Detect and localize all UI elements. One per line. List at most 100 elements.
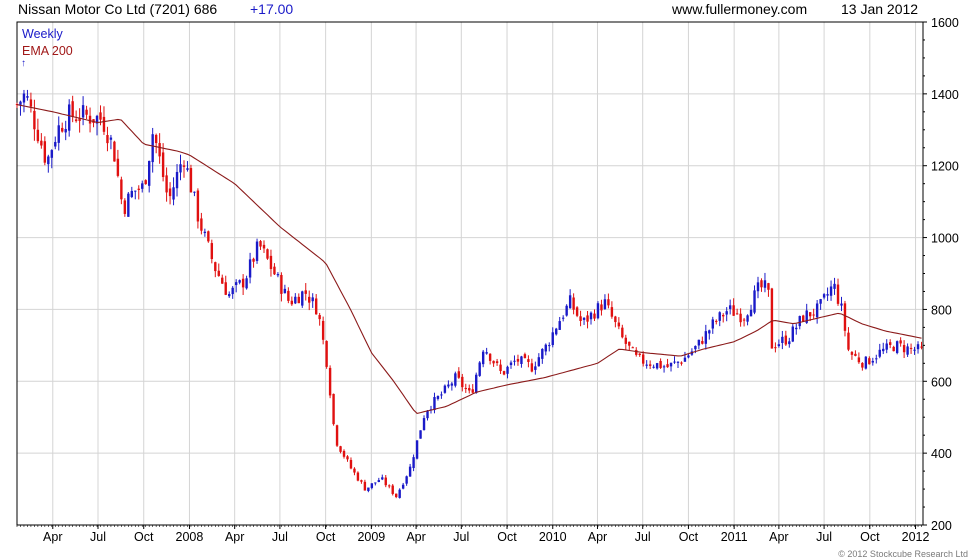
candle-down bbox=[318, 315, 321, 320]
candle-down bbox=[221, 277, 224, 284]
candle-down bbox=[297, 296, 300, 304]
candle-up bbox=[708, 330, 711, 334]
plot-frame bbox=[16, 21, 924, 526]
x-tick-label: Apr bbox=[225, 530, 244, 544]
candle-up bbox=[109, 137, 113, 140]
candle-down bbox=[71, 101, 74, 117]
candle-up bbox=[405, 476, 408, 484]
candle-up bbox=[245, 278, 248, 289]
candle-down bbox=[113, 141, 116, 162]
candle-down bbox=[802, 315, 805, 322]
candle-up bbox=[294, 296, 297, 304]
candle-down bbox=[349, 459, 353, 469]
candle-up bbox=[763, 280, 767, 288]
candle-down bbox=[624, 337, 628, 344]
candle-up bbox=[683, 357, 687, 362]
candle-up bbox=[871, 360, 875, 363]
candle-up bbox=[694, 345, 697, 350]
candle-down bbox=[530, 363, 534, 372]
candle-down bbox=[161, 152, 165, 178]
candle-up bbox=[377, 480, 381, 482]
candle-up bbox=[728, 305, 732, 309]
candle-down bbox=[304, 290, 307, 294]
candle-down bbox=[516, 358, 520, 362]
candle-down bbox=[332, 393, 335, 425]
x-tick-label: Jul bbox=[272, 530, 288, 544]
candle-down bbox=[631, 347, 634, 349]
candle-up bbox=[864, 356, 868, 369]
candle-down bbox=[868, 358, 871, 365]
x-tick-label: 2009 bbox=[357, 530, 385, 544]
candle-up bbox=[186, 168, 189, 170]
candle-up bbox=[67, 104, 71, 131]
candle-down bbox=[287, 290, 290, 301]
candle-up bbox=[725, 311, 728, 315]
candle-up bbox=[398, 489, 401, 498]
candle-up bbox=[147, 160, 151, 186]
candle-down bbox=[168, 188, 172, 197]
candle-up bbox=[756, 282, 760, 292]
candle-down bbox=[614, 316, 617, 323]
candle-up bbox=[485, 352, 488, 354]
y-tick-label: 1200 bbox=[931, 160, 959, 174]
candle-up bbox=[603, 299, 607, 309]
candle-up bbox=[819, 299, 822, 304]
candle-down bbox=[328, 367, 332, 396]
candle-down bbox=[468, 388, 471, 391]
candle-up bbox=[193, 191, 196, 193]
candle-up bbox=[840, 303, 843, 306]
candle-down bbox=[259, 241, 262, 247]
candle-down bbox=[339, 446, 342, 452]
x-tick-label: Apr bbox=[406, 530, 425, 544]
candle-up bbox=[558, 321, 561, 330]
candle-down bbox=[488, 353, 492, 361]
candle-down bbox=[280, 274, 283, 294]
candle-down bbox=[214, 262, 217, 272]
candle-up bbox=[669, 362, 673, 367]
candle-down bbox=[899, 340, 902, 344]
x-tick-label: Apr bbox=[43, 530, 62, 544]
candle-up bbox=[26, 96, 29, 98]
candle-up bbox=[541, 348, 544, 359]
candle-down bbox=[857, 357, 861, 363]
candle-up bbox=[548, 345, 551, 347]
candle-up bbox=[596, 303, 600, 319]
candle-down bbox=[680, 362, 683, 364]
candle-up bbox=[882, 348, 885, 352]
candle-down bbox=[353, 468, 356, 473]
candle-down bbox=[120, 179, 123, 200]
candle-up bbox=[878, 349, 881, 357]
candle-up bbox=[234, 282, 238, 286]
candle-down bbox=[36, 129, 40, 142]
candle-up bbox=[781, 336, 784, 343]
period-label: Weekly bbox=[22, 27, 63, 41]
candle-up bbox=[655, 363, 659, 369]
candle-down bbox=[106, 135, 109, 144]
candle-up bbox=[544, 344, 547, 352]
candle-down bbox=[61, 127, 64, 132]
candle-down bbox=[262, 244, 266, 249]
candle-up bbox=[895, 341, 899, 354]
grid-lines bbox=[17, 22, 923, 525]
candle-down bbox=[586, 315, 589, 322]
candle-up bbox=[151, 134, 154, 163]
candle-up bbox=[718, 312, 721, 321]
candle-up bbox=[50, 150, 53, 158]
candle-down bbox=[635, 349, 638, 355]
x-axis: Apr Jul Oct 2008 Apr Jul Oct 2009 Apr Jul Oct 2010 A… bbox=[16, 525, 929, 544]
y-tick-label: 800 bbox=[931, 303, 952, 317]
candle-up bbox=[54, 141, 57, 147]
candle-up bbox=[551, 332, 554, 346]
candle-up bbox=[422, 418, 426, 431]
x-tick-label: Oct bbox=[316, 530, 336, 544]
candle-down bbox=[74, 119, 78, 122]
candle-up bbox=[127, 193, 130, 217]
candle-down bbox=[808, 312, 812, 317]
candle-down bbox=[314, 298, 318, 315]
y-tick-label: 600 bbox=[931, 375, 952, 389]
candle-up bbox=[381, 477, 384, 480]
candle-up bbox=[589, 312, 593, 320]
candle-up bbox=[582, 317, 586, 320]
candle-up bbox=[555, 328, 558, 335]
candle-down bbox=[224, 282, 227, 295]
